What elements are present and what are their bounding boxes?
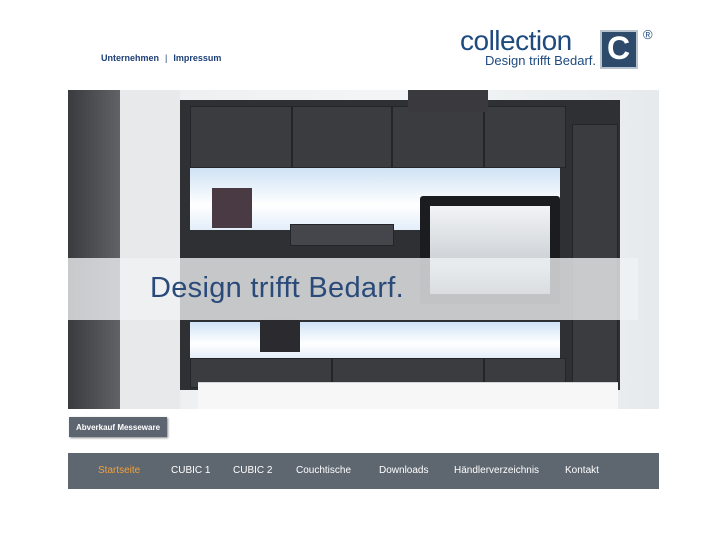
nav-item-kontakt[interactable]: Kontakt <box>565 465 599 476</box>
hero-books-lower <box>260 316 300 352</box>
nav-item-downloads[interactable]: Downloads <box>379 465 428 476</box>
hero-slogan: Design trifft Bedarf. <box>150 272 404 304</box>
hero-wall-shadow <box>68 90 120 409</box>
link-imprint[interactable]: Impressum <box>173 53 221 63</box>
hero-books-top <box>408 90 488 112</box>
logo-c-icon: C <box>600 30 638 69</box>
brand-logo[interactable]: collection C ® Design trifft Bedarf. <box>460 25 660 72</box>
link-separator: | <box>165 53 168 63</box>
top-links: Unternehmen | Impressum <box>101 53 221 63</box>
logo-letter: C <box>607 30 631 66</box>
hero-image: Design trifft Bedarf. <box>68 90 659 409</box>
link-company[interactable]: Unternehmen <box>101 53 159 63</box>
nav-item-cubic-2[interactable]: CUBIC 2 <box>233 465 272 476</box>
registered-mark: ® <box>643 27 653 42</box>
nav-item-haendlerverzeichnis[interactable]: Händlerverzeichnis <box>454 465 539 476</box>
hero-books-shelf <box>212 188 252 228</box>
hero-wall <box>120 90 180 409</box>
logo-tagline: Design trifft Bedarf. <box>485 53 597 68</box>
nav-item-cubic-1[interactable]: CUBIC 1 <box>171 465 210 476</box>
sale-button[interactable]: Abverkauf Messeware <box>69 417 167 437</box>
main-nav: Startseite CUBIC 1 CUBIC 2 Couchtische D… <box>68 453 659 489</box>
nav-item-couchtische[interactable]: Couchtische <box>296 465 351 476</box>
hero-slogan-band: Design trifft Bedarf. <box>68 258 638 320</box>
nav-item-startseite[interactable]: Startseite <box>98 465 140 476</box>
hero-floor <box>198 382 618 409</box>
